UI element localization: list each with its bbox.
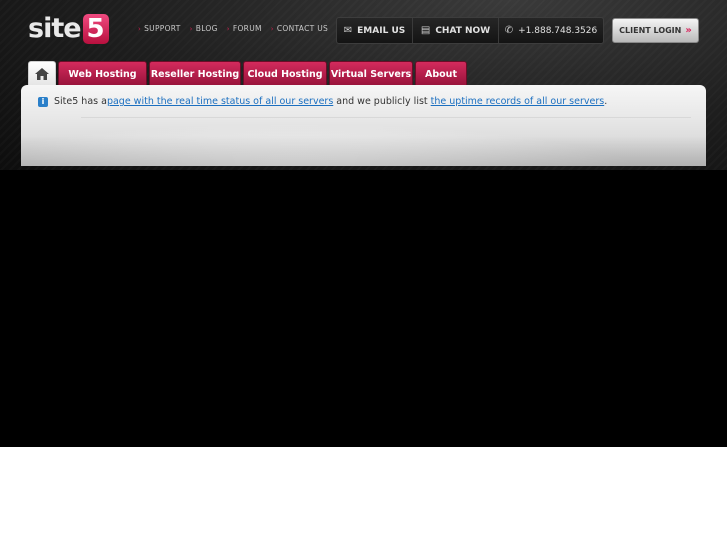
notice-panel: i Site5 has a page with the real time st…	[21, 85, 706, 166]
tab-cloud-hosting[interactable]: Cloud Hosting	[243, 61, 327, 86]
logo-number: 5	[82, 14, 109, 44]
tab-virtual-servers[interactable]: Virtual Servers	[329, 61, 413, 86]
support-link[interactable]: › SUPPORT	[138, 24, 181, 33]
phone-icon: ✆	[504, 25, 514, 36]
bullet-arrow-icon: ›	[138, 24, 142, 33]
contact-bar: ✉ EMAIL US ▤ CHAT NOW ✆ +1.888.748.3526	[336, 17, 604, 44]
server-status-link[interactable]: page with the real time status of all ou…	[107, 96, 333, 107]
uptime-records-link[interactable]: the uptime records of all our servers	[431, 96, 605, 107]
blog-link[interactable]: › BLOG	[190, 24, 218, 33]
info-icon: i	[38, 96, 48, 107]
phone-label: +1.888.748.3526	[518, 25, 598, 36]
bullet-arrow-icon: ›	[189, 24, 193, 33]
tab-about[interactable]: About	[415, 61, 467, 86]
client-login-button[interactable]: CLIENT LOGIN »	[612, 18, 699, 43]
envelope-icon: ✉	[343, 25, 353, 36]
email-us-button[interactable]: ✉ EMAIL US	[337, 18, 413, 43]
logo-text: site	[28, 13, 82, 44]
top-links: › SUPPORT › BLOG › FORUM › CONTACT US	[138, 24, 328, 33]
chat-bubble-icon: ▤	[420, 25, 431, 36]
notice-prefix: Site5 has a	[54, 96, 107, 107]
contact-us-link[interactable]: › CONTACT US	[271, 24, 328, 33]
bullet-arrow-icon: ›	[226, 24, 230, 33]
email-us-label: EMAIL US	[357, 25, 406, 36]
tab-home[interactable]	[28, 61, 56, 86]
bullet-arrow-icon: ›	[270, 24, 274, 33]
phone-number[interactable]: ✆ +1.888.748.3526	[499, 18, 603, 43]
forum-link[interactable]: › FORUM	[227, 24, 262, 33]
chat-now-label: CHAT NOW	[435, 25, 491, 36]
client-login-label: CLIENT LOGIN	[619, 26, 682, 35]
tab-web-hosting[interactable]: Web Hosting	[58, 61, 147, 86]
hero-area: site 5 › SUPPORT › BLOG › FORUM › CONTACT US…	[0, 0, 727, 447]
chat-now-button[interactable]: ▤ CHAT NOW	[413, 18, 499, 43]
home-icon	[35, 68, 49, 80]
site-logo[interactable]: site 5	[28, 12, 109, 44]
notice-middle: and we publicly list	[333, 96, 431, 107]
double-chevron-icon: »	[685, 25, 692, 36]
notice-divider	[81, 117, 691, 118]
tab-reseller-hosting[interactable]: Reseller Hosting	[149, 61, 241, 86]
main-nav-tabs: Web Hosting Reseller Hosting Cloud Hosti…	[28, 61, 467, 86]
server-status-notice: i Site5 has a page with the real time st…	[38, 96, 607, 107]
notice-suffix: .	[604, 96, 608, 107]
